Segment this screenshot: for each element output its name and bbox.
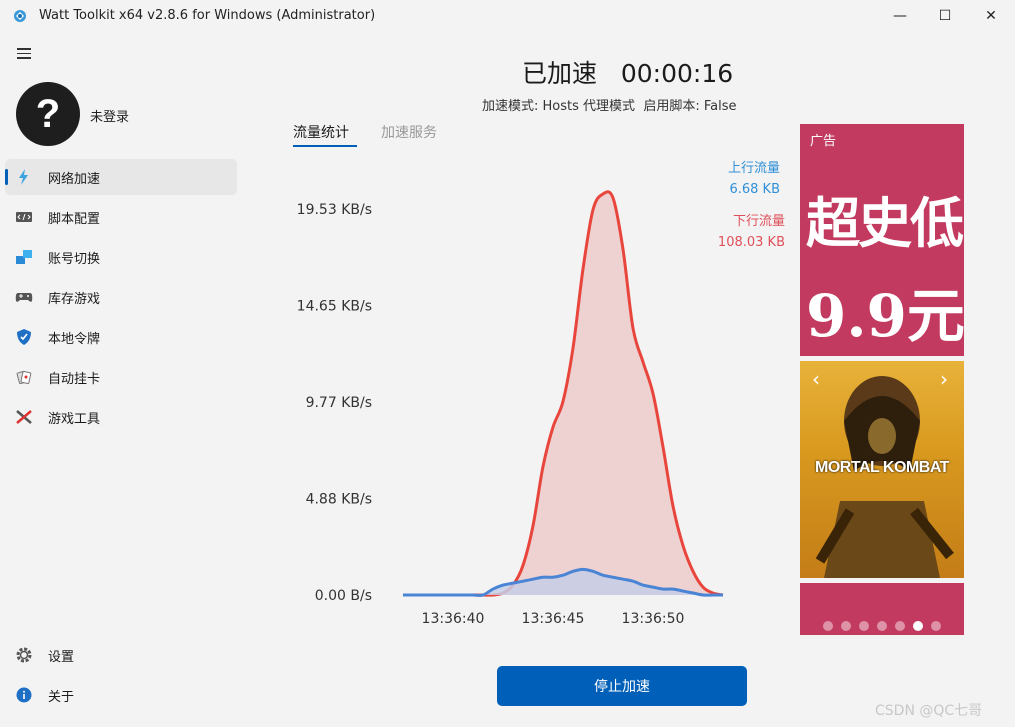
minimize-button[interactable]: — <box>877 0 923 32</box>
script-label: 启用脚本: <box>643 99 700 114</box>
avatar[interactable]: ? <box>16 82 80 146</box>
window-title: Watt Toolkit x64 v2.8.6 for Windows (Adm… <box>39 8 376 23</box>
cards-icon <box>16 370 32 385</box>
sidebar-item-label: 游戏工具 <box>48 412 101 427</box>
sidebar-item-label: 设置 <box>48 650 75 665</box>
sidebar-item-game-library[interactable]: 库存游戏 <box>5 279 237 315</box>
traffic-chart: 0.00 B/s 4.88 KB/s 9.77 KB/s 14.65 KB/s 19.5… <box>297 190 724 627</box>
y-tick-label: 14.65 KB/s <box>297 299 372 315</box>
active-indicator <box>5 169 8 185</box>
acceleration-info: 加速模式: Hosts 代理模式 启用脚本: False <box>482 95 736 114</box>
sidebar-item-auto-idle[interactable]: 自动挂卡 <box>5 359 237 395</box>
y-tick-label: 4.88 KB/s <box>306 492 372 508</box>
carousel-next-button[interactable]: › <box>940 367 948 391</box>
mode-label: 加速模式: <box>482 99 539 114</box>
sidebar-item-label: 库存游戏 <box>48 292 101 307</box>
sidebar-item-label: 账号切换 <box>48 252 101 267</box>
carousel-dot[interactable] <box>841 621 851 631</box>
elapsed-timer: 00:00:16 <box>620 59 734 88</box>
close-button[interactable]: ✕ <box>968 0 1014 32</box>
ad-headline: 超史低 <box>806 191 964 255</box>
app-logo-icon <box>14 10 26 22</box>
ad-label: 广告 <box>810 134 837 149</box>
sidebar-item-label: 网络加速 <box>48 172 101 187</box>
shield-icon <box>17 329 31 345</box>
sidebar-item-local-token[interactable]: 本地令牌 <box>5 319 237 355</box>
info-icon <box>16 687 32 703</box>
sidebar-item-about[interactable]: 关于 <box>5 677 237 713</box>
x-tick-label: 13:36:40 <box>422 611 485 627</box>
menu-icon[interactable] <box>17 48 31 60</box>
lightning-icon <box>19 169 28 185</box>
carousel-dot[interactable] <box>913 621 923 631</box>
acceleration-status-title: 已加速 00:00:16 <box>522 54 733 90</box>
title-bar: Watt Toolkit x64 v2.8.6 for Windows (Adm… <box>0 0 1015 32</box>
watermark: CSDN @QC七哥 <box>875 703 983 719</box>
x-tick-label: 13:36:45 <box>522 611 585 627</box>
sidebar-item-label: 脚本配置 <box>48 212 101 227</box>
carousel-dots <box>800 621 964 631</box>
x-tick-label: 13:36:50 <box>622 611 685 627</box>
maximize-button[interactable]: ☐ <box>922 0 968 32</box>
script-value: False <box>703 99 737 114</box>
tab-acceleration-services[interactable]: 加速服务 <box>381 122 437 142</box>
sidebar-item-game-tools[interactable]: 游戏工具 <box>5 399 237 435</box>
sidebar-item-script-config[interactable]: 脚本配置 <box>5 199 237 235</box>
sidebar-item-settings[interactable]: 设置 <box>5 637 237 673</box>
stop-acceleration-button[interactable]: 停止加速 <box>497 666 747 706</box>
carousel-dot[interactable] <box>877 621 887 631</box>
sidebar-item-account-switch[interactable]: 账号切换 <box>5 239 237 275</box>
active-tab-underline <box>293 145 357 147</box>
carousel-prev-button[interactable]: ‹ <box>812 367 820 391</box>
carousel-dot[interactable] <box>895 621 905 631</box>
carousel-dot[interactable] <box>823 621 833 631</box>
mode-value: Hosts 代理模式 <box>542 99 636 114</box>
script-icon <box>16 212 32 222</box>
ad-game-image[interactable]: MORTAL KOMBAT ‹ › <box>800 361 964 578</box>
tools-icon <box>16 410 32 424</box>
account-switch-icon <box>16 250 32 264</box>
sidebar-item-network-acceleration[interactable]: 网络加速 <box>5 159 237 195</box>
carousel-dot[interactable] <box>931 621 941 631</box>
gamepad-icon <box>15 293 33 302</box>
gear-icon <box>16 647 32 663</box>
tab-traffic-stats[interactable]: 流量统计 <box>293 122 349 142</box>
carousel-dot[interactable] <box>859 621 869 631</box>
sidebar-item-label: 本地令牌 <box>48 332 101 347</box>
series-area <box>403 191 723 596</box>
sidebar-item-label: 关于 <box>48 690 75 705</box>
y-tick-label: 0.00 B/s <box>315 588 372 604</box>
ad-price: 9.9元 <box>806 282 964 350</box>
ad-banner[interactable]: 广告 超史低 9.9元 MORTAL KOMBAT ‹ › <box>800 124 964 635</box>
game-title: MORTAL KOMBAT <box>815 459 949 476</box>
ad-separator <box>800 578 964 583</box>
y-tick-label: 19.53 KB/s <box>297 202 372 218</box>
status-text: 已加速 <box>522 59 598 88</box>
y-tick-label: 9.77 KB/s <box>306 395 372 411</box>
sidebar: ? 未登录 网络加速 脚本配置 账号切换 库存游戏 本地令牌 自动挂卡 游戏工具… <box>0 32 245 727</box>
login-status[interactable]: 未登录 <box>90 106 129 125</box>
sidebar-item-label: 自动挂卡 <box>48 372 101 387</box>
